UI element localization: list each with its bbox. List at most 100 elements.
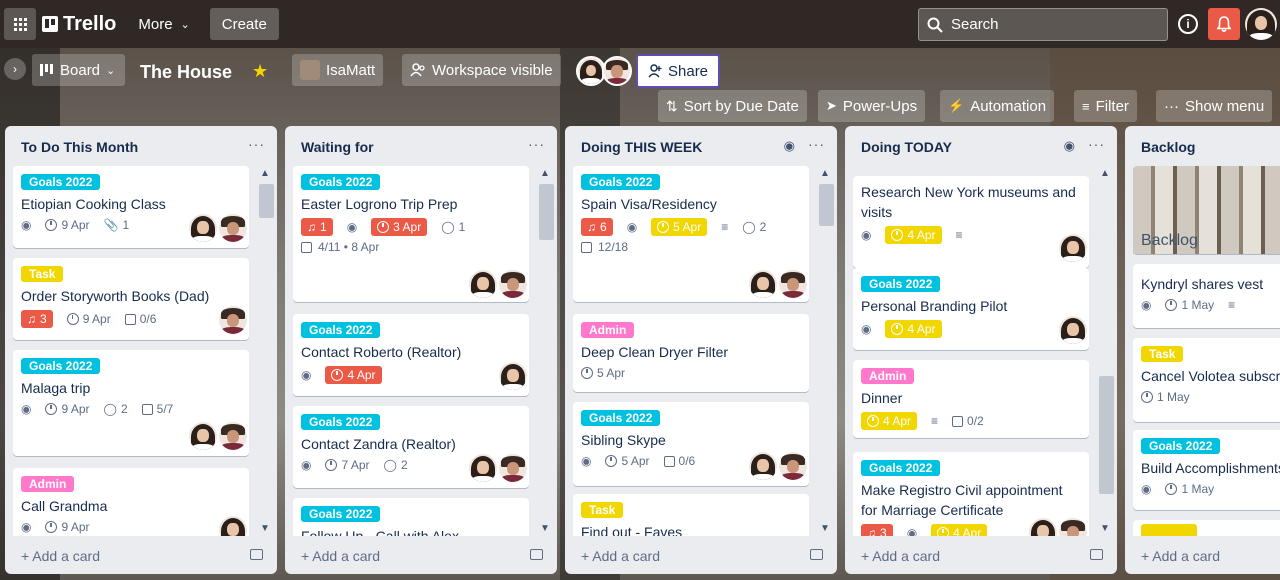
member-avatar[interactable] xyxy=(469,270,497,298)
sidebar-expand-icon[interactable]: › xyxy=(4,58,26,80)
card[interactable]: Goals 2022 Contact Zandra (Realtor) ◉ 7 … xyxy=(293,406,529,488)
scroll-down-icon[interactable]: ▼ xyxy=(820,523,830,534)
list-title[interactable]: Waiting for xyxy=(301,139,374,155)
filter-button[interactable]: ≡ Filter xyxy=(1074,90,1137,122)
list-title[interactable]: To Do This Month xyxy=(21,139,138,155)
add-card-button[interactable]: + Add a card xyxy=(861,548,940,564)
info-icon[interactable]: i xyxy=(1178,14,1198,34)
card[interactable]: Goals 2022 Etiopian Cooking Class ◉ 9 Ap… xyxy=(13,166,249,248)
list-menu-icon[interactable]: ··· xyxy=(248,136,265,152)
add-card-button[interactable]: + Add a card xyxy=(301,548,380,564)
more-menu[interactable]: More ⌄ xyxy=(138,16,189,33)
visibility-button[interactable]: Workspace visible xyxy=(402,54,561,86)
card[interactable]: Admin Deep Clean Dryer Filter 5 Apr xyxy=(573,314,809,392)
add-card-button[interactable]: + Add a card xyxy=(581,548,660,564)
card[interactable]: Goals 2022 Follow Up - Call with Alex xyxy=(293,498,529,536)
list-scrollbar[interactable]: ▲ ▼ xyxy=(257,166,274,536)
member-avatar[interactable] xyxy=(219,214,247,242)
scrollbar-thumb[interactable] xyxy=(259,184,274,218)
member-avatar[interactable] xyxy=(499,270,527,298)
scrollbar-thumb[interactable] xyxy=(1099,376,1114,494)
list-menu-icon[interactable]: ··· xyxy=(528,136,545,152)
list-scrollbar[interactable]: ▲ ▼ xyxy=(1097,166,1114,536)
card[interactable]: Goals 2022 Malaga trip ◉ 9 Apr ◯ 2 5/7 xyxy=(13,350,249,456)
board-title[interactable]: The House xyxy=(140,62,232,83)
member-avatar[interactable] xyxy=(779,270,807,298)
list-scrollbar[interactable]: ▲ ▼ xyxy=(817,166,834,536)
list-title[interactable]: Doing THIS WEEK xyxy=(581,139,702,155)
list-title[interactable]: Doing TODAY xyxy=(861,139,952,155)
watch-eye-icon[interactable]: ◉ xyxy=(1064,138,1075,154)
card[interactable]: Task Find out - Faves xyxy=(573,494,809,536)
member-avatar[interactable] xyxy=(1029,518,1057,536)
member-avatar[interactable] xyxy=(219,422,247,450)
member-avatar[interactable] xyxy=(1059,316,1087,344)
share-button[interactable]: Share xyxy=(636,54,721,88)
member-avatar[interactable] xyxy=(189,214,217,242)
list-menu-icon[interactable]: ··· xyxy=(808,136,825,152)
member-avatar[interactable] xyxy=(219,516,247,536)
member-avatar[interactable] xyxy=(499,362,527,390)
board-view-switcher[interactable]: Board ⌄ xyxy=(32,54,125,86)
card[interactable]: Task Cancel Volotea subscri 1 May xyxy=(1133,338,1280,422)
card[interactable]: Task Order Storyworth Books (Dad) ♫ 3 9 A… xyxy=(13,258,249,340)
scroll-down-icon[interactable]: ▼ xyxy=(540,523,550,534)
notifications-button[interactable] xyxy=(1208,8,1240,40)
scroll-up-icon[interactable]: ▲ xyxy=(820,168,830,179)
workspace-button[interactable]: IsaMatt xyxy=(292,54,384,86)
list-menu-icon[interactable]: ··· xyxy=(1088,136,1105,152)
member-avatar[interactable] xyxy=(602,56,632,86)
card[interactable] xyxy=(1133,520,1280,536)
app-switcher-button[interactable] xyxy=(4,8,36,40)
card[interactable]: Backlog xyxy=(1133,166,1280,254)
trello-logo[interactable]: Trello xyxy=(42,13,116,36)
card[interactable]: Goals 2022 Make Registro Civil appointme… xyxy=(853,452,1089,536)
card[interactable]: Goals 2022 Spain Visa/Residency ♫ 6 ◉ 5 A… xyxy=(573,166,809,302)
member-avatar[interactable] xyxy=(1059,518,1087,536)
member-avatar[interactable] xyxy=(219,306,247,334)
power-ups-button[interactable]: ➤ Power-Ups xyxy=(818,90,926,122)
show-menu-button[interactable]: ··· Show menu xyxy=(1156,90,1273,122)
card[interactable]: Goals 2022 Contact Roberto (Realtor) ◉ 4… xyxy=(293,314,529,396)
card[interactable]: Goals 2022 Easter Logrono Trip Prep ♫ 1 ◉… xyxy=(293,166,529,302)
list-scrollbar[interactable]: ▲ ▼ xyxy=(537,166,554,536)
create-button[interactable]: Create xyxy=(209,8,279,40)
card[interactable]: Admin Call Grandma ◉ 9 Apr xyxy=(13,468,249,536)
card-badges: ♫ 1 ◉ 3 Apr ◯ 1 xyxy=(301,218,521,236)
member-avatar[interactable] xyxy=(1059,234,1087,262)
card[interactable]: Research New York museums and visits ◉ 4… xyxy=(853,176,1089,268)
card-template-icon[interactable] xyxy=(250,549,263,560)
member-avatar[interactable] xyxy=(779,452,807,480)
card[interactable]: Goals 2022 Personal Branding Pilot ◉ 4 A… xyxy=(853,268,1089,350)
watch-eye-icon[interactable]: ◉ xyxy=(784,138,795,154)
add-card-button[interactable]: + Add a card xyxy=(1141,548,1220,564)
card-template-icon[interactable] xyxy=(1090,549,1103,560)
card-template-icon[interactable] xyxy=(530,549,543,560)
scrollbar-thumb[interactable] xyxy=(539,184,554,240)
user-avatar[interactable] xyxy=(1245,8,1277,40)
scroll-down-icon[interactable]: ▼ xyxy=(1100,523,1110,534)
card[interactable]: Goals 2022 Build Accomplishments ◉ 1 May xyxy=(1133,430,1280,510)
scroll-up-icon[interactable]: ▲ xyxy=(540,168,550,179)
scroll-up-icon[interactable]: ▲ xyxy=(260,168,270,179)
member-avatar[interactable] xyxy=(469,454,497,482)
automation-button[interactable]: ⚡ Automation xyxy=(940,90,1055,122)
member-avatar[interactable] xyxy=(189,422,217,450)
card[interactable]: Kyndryl shares vest ◉ 1 May ≡ xyxy=(1133,264,1280,328)
list-title[interactable]: Backlog xyxy=(1141,139,1195,155)
checklist-badge: 0/6 xyxy=(124,312,156,326)
scroll-down-icon[interactable]: ▼ xyxy=(260,523,270,534)
member-avatar[interactable] xyxy=(749,452,777,480)
star-icon[interactable]: ★ xyxy=(252,61,268,82)
scrollbar-thumb[interactable] xyxy=(819,184,834,226)
card[interactable]: Goals 2022 Sibling Skype ◉ 5 Apr 0/6 xyxy=(573,402,809,486)
scroll-up-icon[interactable]: ▲ xyxy=(1100,168,1110,179)
member-avatar[interactable] xyxy=(749,270,777,298)
card[interactable]: Admin Dinner 4 Apr ≡ 0/2 xyxy=(853,360,1089,438)
sort-button[interactable]: ⇅ Sort by Due Date xyxy=(658,90,807,122)
card-template-icon[interactable] xyxy=(810,549,823,560)
search-input[interactable]: Search xyxy=(918,8,1168,41)
add-card-button[interactable]: + Add a card xyxy=(21,548,100,564)
member-avatar[interactable] xyxy=(499,454,527,482)
notification-badge: ♫ 3 xyxy=(861,524,893,536)
